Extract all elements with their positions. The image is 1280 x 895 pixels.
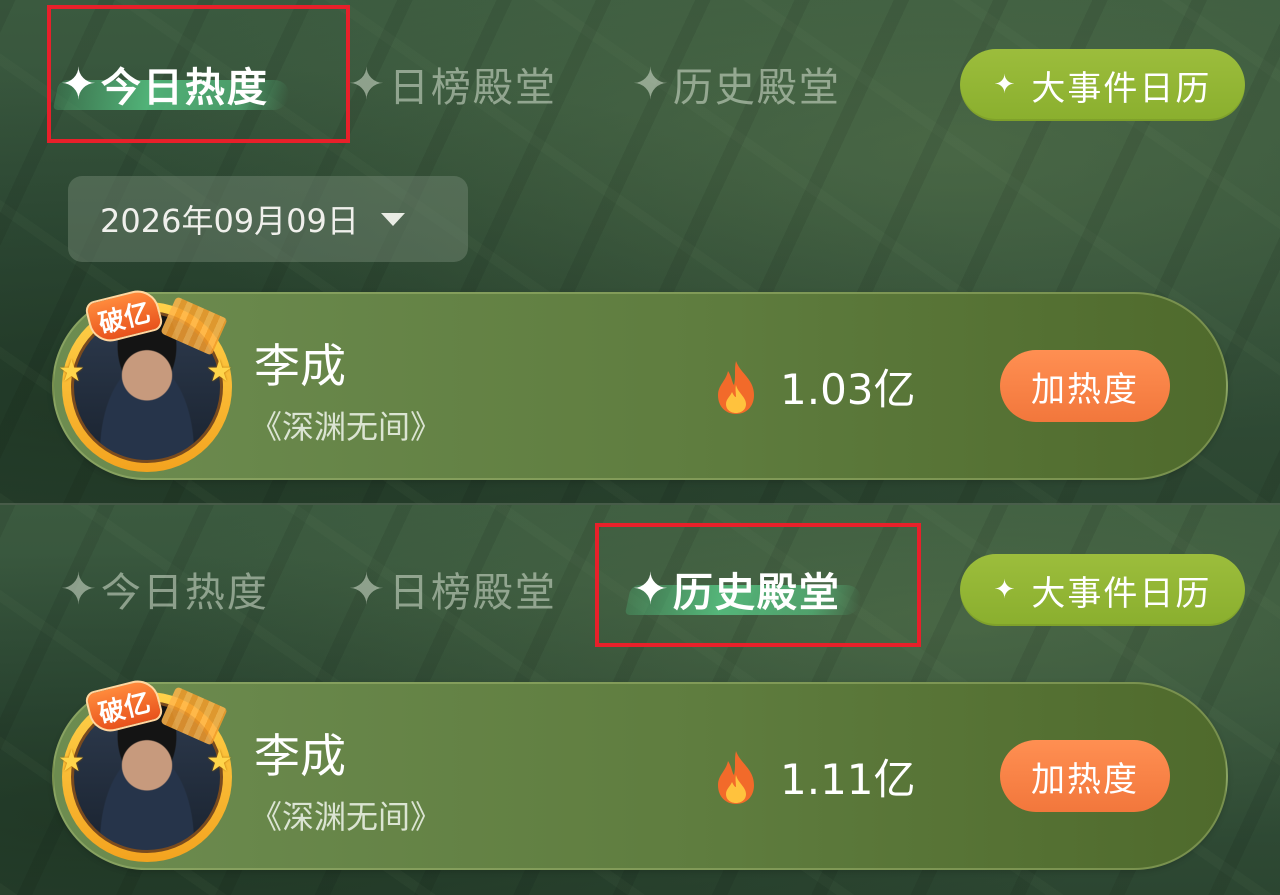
avatar: 破亿 ★ ★ [58,285,233,472]
top-panel: ✦ 今日热度 ✦ 日榜殿堂 ✦ 历史殿堂 ✦ 大事件日历 2026年09月09日… [0,0,1280,505]
tab-daily-hall[interactable]: ✦ 日榜殿堂 [348,559,557,619]
flame-icon [714,359,758,415]
calendar-button-label: 大事件日历 [1031,573,1212,614]
show-title: 《深渊无间》 [250,408,443,446]
celebrity-name: 李成 [254,729,346,783]
sparkle-icon: ✦ [348,58,387,110]
tab-label: 今日热度 [100,570,269,616]
caret-down-icon [380,212,405,226]
sparkle-icon: ✦ [632,58,671,110]
date-selector[interactable]: 2026年09月09日 [68,176,468,262]
sparkle-icon: ✦ [348,563,387,615]
tab-label: 日榜殿堂 [388,65,557,111]
flame-icon [714,749,758,805]
star-icon: ★ [206,744,233,779]
heat-value: 1.11亿 [780,755,916,804]
add-heat-button[interactable]: 加热度 [1000,740,1170,812]
calendar-button-label: 大事件日历 [1031,68,1212,109]
avatar: 破亿 ★ ★ [58,675,233,862]
sparkle-icon: ✦ [60,563,99,615]
sparkle-icon: ✦ [993,575,1018,605]
date-value: 2026年09月09日 [100,202,359,240]
ranking-card[interactable]: 破亿 ★ ★ 李成 《深渊无间》 1.11亿 加热度 [52,675,1228,870]
sparkle-icon: ✦ [60,58,99,110]
star-icon: ★ [58,354,85,389]
tab-label: 今日热度 [100,65,269,111]
tab-daily-hall[interactable]: ✦ 日榜殿堂 [348,54,557,114]
add-heat-button[interactable]: 加热度 [1000,350,1170,422]
celebrity-name: 李成 [254,339,346,393]
heat-value: 1.03亿 [780,365,916,414]
tab-label: 历史殿堂 [672,570,841,616]
tab-label: 历史殿堂 [672,65,841,111]
bottom-panel: ✦ 今日热度 ✦ 日榜殿堂 ✦ 历史殿堂 ✦ 大事件日历 破亿 ★ ★ 李成 《… [0,505,1280,895]
ranking-card[interactable]: 破亿 ★ ★ 李成 《深渊无间》 1.03亿 加热度 [52,285,1228,480]
star-icon: ★ [58,744,85,779]
star-icon: ★ [206,354,233,389]
sparkle-icon: ✦ [993,70,1018,100]
tab-label: 日榜殿堂 [388,570,557,616]
heat-counter: 1.03亿 [714,356,916,417]
event-calendar-button[interactable]: ✦ 大事件日历 [960,49,1245,121]
tab-history-hall[interactable]: ✦ 历史殿堂 [632,54,841,114]
tab-history-hall[interactable]: ✦ 历史殿堂 [624,559,865,619]
show-title: 《深渊无间》 [250,798,443,836]
heat-counter: 1.11亿 [714,746,916,807]
sparkle-icon: ✦ [632,563,671,615]
tab-today-heat[interactable]: ✦ 今日热度 [52,54,293,114]
tab-today-heat[interactable]: ✦ 今日热度 [60,559,269,619]
event-calendar-button[interactable]: ✦ 大事件日历 [960,554,1245,626]
